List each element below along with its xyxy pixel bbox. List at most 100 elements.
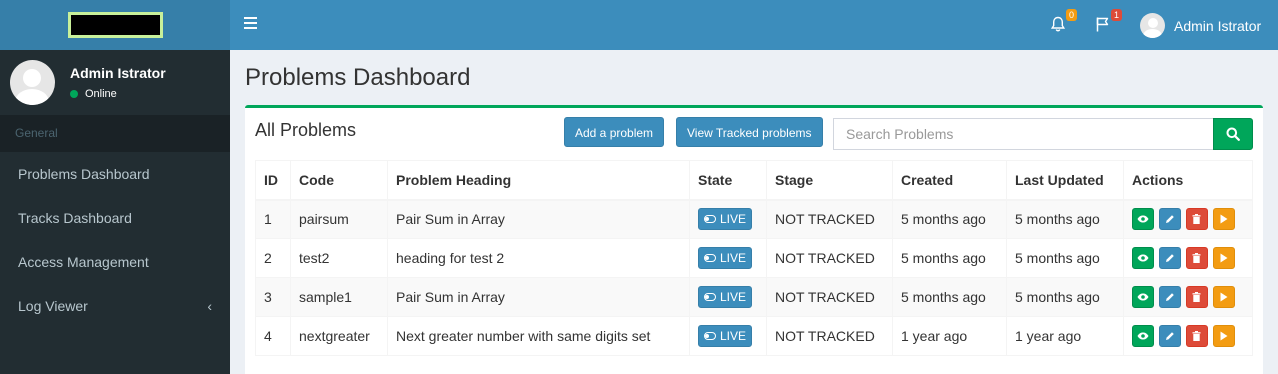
delete-button[interactable] <box>1185 286 1208 308</box>
user-menu[interactable]: Admin Istrator <box>1140 13 1261 38</box>
delete-button[interactable] <box>1185 247 1208 269</box>
notifications-button[interactable]: 0 <box>1050 9 1077 34</box>
state-label: LIVE <box>720 329 747 343</box>
cell-stage: NOT TRACKED <box>766 199 893 239</box>
view-button[interactable] <box>1132 208 1154 231</box>
sidebar-item-label: Tracks Dashboard <box>18 210 132 226</box>
toggle-icon <box>704 293 716 301</box>
cell-state: LIVE <box>689 199 767 239</box>
cell-id: 1 <box>255 199 291 239</box>
edit-button[interactable] <box>1158 325 1181 347</box>
eye-icon <box>1137 293 1149 301</box>
flag-icon <box>1096 17 1109 32</box>
cell-heading: Pair Sum in Array <box>387 277 690 317</box>
cell-stage: NOT TRACKED <box>766 277 893 317</box>
view-button[interactable] <box>1132 247 1154 269</box>
logo-area[interactable] <box>0 0 230 50</box>
column-header-heading[interactable]: Problem Heading <box>387 160 690 201</box>
state-badge[interactable]: LIVE <box>698 208 753 231</box>
search-button[interactable] <box>1213 118 1253 150</box>
cell-state: LIVE <box>689 238 767 278</box>
cell-updated: 5 months ago <box>1006 199 1124 239</box>
sidebar-item-tracks-dashboard[interactable]: Tracks Dashboard <box>0 196 230 240</box>
column-header-stage[interactable]: Stage <box>766 160 893 201</box>
state-label: LIVE <box>720 251 747 265</box>
cell-updated: 1 year ago <box>1006 316 1124 356</box>
sidebar-item-label: Log Viewer <box>18 298 88 314</box>
pencil-icon <box>1165 215 1174 224</box>
state-badge[interactable]: LIVE <box>698 286 753 308</box>
eye-icon <box>1137 332 1149 340</box>
cell-created: 1 year ago <box>892 316 1007 356</box>
cell-id: 3 <box>255 277 291 317</box>
cell-actions <box>1123 277 1253 317</box>
state-badge[interactable]: LIVE <box>698 325 753 347</box>
play-icon <box>1220 331 1228 341</box>
cell-code: sample1 <box>290 277 388 317</box>
top-navbar: 0 1 Admin Istrator <box>230 0 1278 50</box>
edit-button[interactable] <box>1158 286 1181 308</box>
logo[interactable] <box>67 12 163 38</box>
flags-button[interactable]: 1 <box>1095 9 1122 34</box>
cell-code: nextgreater <box>290 316 388 356</box>
toggle-icon <box>704 215 716 224</box>
search-icon <box>1226 127 1240 141</box>
table-row: 1 pairsum Pair Sum in Array LIVE NOT TRACKED… <box>255 199 1253 239</box>
cell-created: 5 months ago <box>892 199 1007 239</box>
hamburger-icon[interactable] <box>244 17 257 31</box>
state-label: LIVE <box>720 290 747 304</box>
trash-icon <box>1192 214 1201 225</box>
sidebar-item-label: Access Management <box>18 254 149 270</box>
delete-button[interactable] <box>1185 208 1208 231</box>
sidebar: Admin Istrator Online General Problems D… <box>0 0 230 374</box>
table-body: 1 pairsum Pair Sum in Array LIVE NOT TRACKED… <box>255 199 1253 356</box>
trash-icon <box>1192 253 1201 263</box>
cell-state: LIVE <box>689 316 767 356</box>
cell-heading: Pair Sum in Array <box>387 199 690 239</box>
sidebar-item-problems-dashboard[interactable]: Problems Dashboard <box>0 152 230 196</box>
view-button[interactable] <box>1132 286 1154 308</box>
state-badge[interactable]: LIVE <box>698 247 753 269</box>
start-tracking-button[interactable] <box>1212 325 1235 347</box>
column-header-state[interactable]: State <box>689 160 767 201</box>
start-tracking-button[interactable] <box>1212 286 1235 308</box>
trash-icon <box>1192 292 1201 302</box>
start-tracking-button[interactable] <box>1212 247 1235 269</box>
cell-actions <box>1123 238 1253 278</box>
sidebar-item-access-management[interactable]: Access Management <box>0 240 230 284</box>
flags-count-badge: 1 <box>1110 9 1122 21</box>
navbar-user-name: Admin Istrator <box>1174 17 1262 34</box>
toggle-icon <box>704 254 716 262</box>
avatar <box>10 60 55 105</box>
sidebar-item-log-viewer[interactable]: Log Viewer ‹ <box>0 284 230 328</box>
edit-button[interactable] <box>1158 208 1181 231</box>
cell-actions <box>1123 199 1253 239</box>
eye-icon <box>1137 254 1149 262</box>
add-problem-button[interactable]: Add a problem <box>564 117 665 147</box>
view-tracked-problems-button[interactable]: View Tracked problems <box>676 117 823 147</box>
delete-button[interactable] <box>1185 325 1208 347</box>
play-icon <box>1220 292 1228 302</box>
start-tracking-button[interactable] <box>1212 208 1235 231</box>
sidebar-item-label: Problems Dashboard <box>18 166 150 182</box>
state-label: LIVE <box>720 212 747 227</box>
avatar <box>1140 13 1165 38</box>
cell-actions <box>1123 316 1253 356</box>
cell-code: pairsum <box>290 199 388 239</box>
column-header-id[interactable]: ID <box>255 160 291 201</box>
eye-icon <box>1137 215 1149 223</box>
trash-icon <box>1192 331 1201 341</box>
cell-heading: Next greater number with same digits set <box>387 316 690 356</box>
pencil-icon <box>1165 293 1174 301</box>
column-header-created[interactable]: Created <box>892 160 1007 201</box>
edit-button[interactable] <box>1158 247 1181 269</box>
problems-table: ID Code Problem Heading State Stage Crea… <box>255 160 1253 356</box>
cell-state: LIVE <box>689 277 767 317</box>
column-header-code[interactable]: Code <box>290 160 388 201</box>
search-input[interactable]: Search Problems <box>833 118 1214 150</box>
column-header-actions: Actions <box>1123 160 1253 201</box>
column-header-last-updated[interactable]: Last Updated <box>1006 160 1124 201</box>
toggle-icon <box>704 332 716 340</box>
cell-updated: 5 months ago <box>1006 238 1124 278</box>
view-button[interactable] <box>1132 325 1154 347</box>
